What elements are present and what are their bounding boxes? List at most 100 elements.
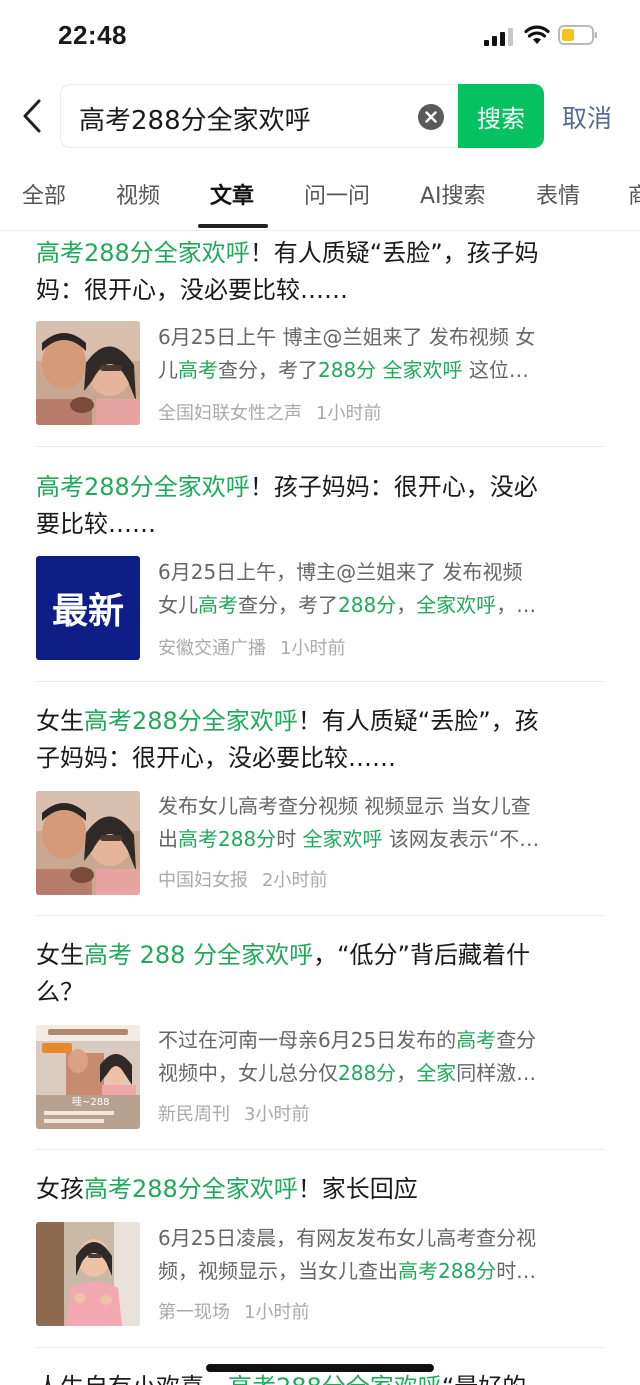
tab-ai-search[interactable]: AI搜索 [420,178,486,210]
text-segment: 时 [276,827,303,851]
text-segment: 查分，考了 [238,593,338,617]
search-input[interactable]: 高考288分全家欢呼 [60,84,458,148]
result-card[interactable]: 高考288分全家欢呼！有人质疑“丢脸”，孩子妈 妈：很开心，没必要比较…… 6月… [36,235,604,445]
search-query-text: 高考288分全家欢呼 [79,106,311,136]
text-segment: 频，视频显示，当女儿查出 [158,1259,398,1283]
text-segment: 么？ [36,978,84,1006]
snippet-line: 女儿高考查分，考了288分，全家欢呼，… [158,589,604,622]
result-time: 1小时前 [244,1302,310,1323]
result-title-line: 妈：很开心，没必要比较…… [36,272,604,309]
family-photo-image [36,321,140,425]
keyword-highlight: 高考288分全家欢呼 [36,473,250,501]
result-title-line: 女生高考288分全家欢呼！有人质疑“丢脸”，孩 [36,703,604,740]
results-list: 高考288分全家欢呼！有人质疑“丢脸”，孩子妈 妈：很开心，没必要比较…… 6月… [0,231,640,1385]
result-divider [36,446,604,447]
result-title: 高考288分全家欢呼！有人质疑“丢脸”，孩子妈 妈：很开心，没必要比较…… [36,235,604,309]
text-segment: 女孩 [36,1175,84,1203]
text-segment: 女生 [36,707,84,735]
status-time: 22:48 [58,20,127,50]
text-segment: 同样激… [456,1061,537,1085]
keyword-highlight: 288分 全家欢呼 [318,358,463,382]
result-source: 中国妇女报 [158,870,248,891]
thumbnail-caption: 哇~288 [72,1095,109,1108]
keyword-highlight: 高考 [456,1028,497,1052]
cancel-button[interactable]: 取消 [562,99,612,135]
keyword-highlight: 全家欢呼 [302,827,383,851]
result-divider [36,681,604,682]
result-meta: 全国妇联女性之声 1小时前 [158,399,381,425]
result-snippet: 发布女儿高考查分视频 视频显示 当女儿查 出高考288分时 全家欢呼 该网友表示… [158,790,604,856]
clear-search-button[interactable] [418,104,444,130]
text-segment: 要比较…… [36,510,156,538]
keyword-highlight: 高考 [178,358,218,382]
result-thumbnail [36,791,140,895]
text-segment: 发布女儿高考查分视频 视频显示 当女儿查 [158,794,531,818]
category-tabs: 全部 视频 文章 问一问 AI搜索 表情 商 [0,166,640,230]
result-source: 全国妇联女性之声 [158,403,302,424]
battery-icon [558,25,597,45]
text-segment: 儿 [158,358,178,382]
keyword-highlight: 高考 [198,593,238,617]
tab-all[interactable]: 全部 [22,178,66,210]
tab-articles[interactable]: 文章 [210,178,254,210]
result-title-line: 高考288分全家欢呼！孩子妈妈：很开心，没必 [36,469,604,506]
back-button[interactable] [14,94,50,138]
search-row: 高考288分全家欢呼 搜索 取消 [0,84,640,148]
result-thumbnail: 哇~288 [36,1025,140,1129]
active-tab-indicator [198,224,268,228]
result-card[interactable]: 女生高考288分全家欢呼！有人质疑“丢脸”，孩 子妈妈：很开心，没必要比较…… … [36,703,604,915]
tab-stickers[interactable]: 表情 [536,178,580,210]
girl-photo-image [36,1222,140,1326]
result-title: 女生高考 288 分全家欢呼，“低分”背后藏着什 么？ [36,937,604,1011]
snippet-line: 视频中，女儿总分仅288分，全家同样激… [158,1057,604,1090]
text-segment: 人生自有小欢喜， [36,1373,228,1385]
result-card[interactable]: 女孩高考288分全家欢呼！家长回应 6月25日凌晨，有网友发布女儿高考查分视 频… [36,1171,604,1331]
text-segment: 该网友表示“不… [382,827,540,851]
video-collage-image: 哇~288 [36,1025,140,1129]
tab-ask[interactable]: 问一问 [304,178,370,210]
text-segment: “最好的 [442,1373,526,1385]
cellular-signal-icon [484,28,513,46]
result-thumbnail [36,1222,140,1326]
result-card[interactable]: 女生高考 288 分全家欢呼，“低分”背后藏着什 么？ 哇~288 不过在河南一… [36,937,604,1149]
text-segment: ，… [496,593,537,617]
text-segment: 查分，考了 [218,358,318,382]
result-title-line: 高考288分全家欢呼！有人质疑“丢脸”，孩子妈 [36,235,604,272]
text-segment: 6月25日上午 博主@兰姐来了 发布视频 女 [158,325,536,349]
family-photo-image [36,791,140,895]
text-segment: ， [396,593,417,617]
keyword-highlight: 高考288分全家欢呼 [84,707,298,735]
wifi-icon [524,25,550,44]
result-divider [36,915,604,916]
keyword-highlight: 288分 [338,1061,397,1085]
result-thumbnail: 最新 [36,556,140,660]
keyword-highlight: 高考288分全家欢呼 [84,1175,298,1203]
text-segment: 出 [158,827,178,851]
result-title-line: 么？ [36,974,604,1011]
text-segment: ，“低分”背后藏着什 [313,941,530,969]
search-button[interactable]: 搜索 [458,84,544,148]
keyword-highlight: 高考288分全家欢呼 [228,1373,442,1385]
result-divider [36,1347,604,1348]
result-meta: 中国妇女报 2小时前 [158,866,327,892]
tab-shop[interactable]: 商 [628,178,640,210]
text-segment: 这位… [462,358,529,382]
result-time: 2小时前 [262,870,328,891]
result-thumbnail [36,321,140,425]
text-segment: 视频中，女儿总分仅 [158,1061,338,1085]
result-card[interactable]: 高考288分全家欢呼！孩子妈妈：很开心，没必 要比较…… 最新 6月25日上午，… [36,469,604,681]
result-source: 新民周刊 [158,1104,230,1125]
result-snippet: 6月25日凌晨，有网友发布女儿高考查分视 频，视频显示，当女儿查出高考288分时… [158,1222,604,1288]
result-title: 女孩高考288分全家欢呼！家长回应 [36,1171,604,1208]
result-snippet: 不过在河南一母亲6月25日发布的高考查分 视频中，女儿总分仅288分，全家同样激… [158,1024,604,1090]
result-title: 高考288分全家欢呼！孩子妈妈：很开心，没必 要比较…… [36,469,604,543]
keyword-highlight: 高考288分 [178,827,277,851]
tab-video[interactable]: 视频 [116,178,160,210]
text-segment: 妈：很开心，没必要比较…… [36,276,348,304]
result-title-line: 要比较…… [36,506,604,543]
keyword-highlight: 全家欢呼 [416,593,497,617]
result-meta: 新民周刊 3小时前 [158,1100,309,1126]
text-segment: 时… [496,1259,537,1283]
text-segment: ， [396,1061,417,1085]
result-snippet: 6月25日上午，博主@兰姐来了 发布视频 女儿高考查分，考了288分，全家欢呼，… [158,556,604,622]
